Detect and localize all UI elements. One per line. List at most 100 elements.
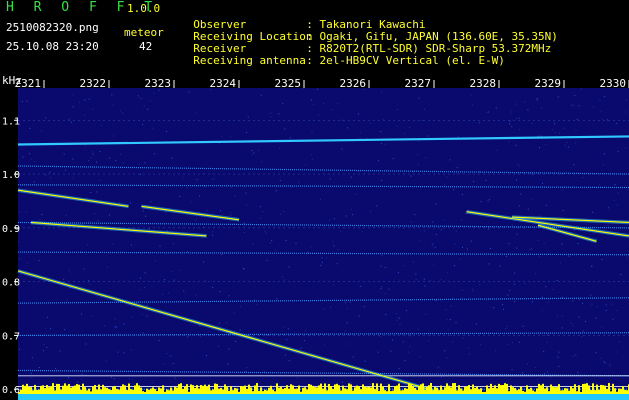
noise-pixel: [140, 277, 141, 279]
noise-pixel: [291, 186, 293, 188]
noise-pixel: [445, 309, 447, 311]
noise-floor-bar: [126, 390, 128, 394]
noise-floor-bar: [130, 389, 132, 394]
noise-pixel: [488, 263, 490, 265]
noise-floor-bar: [422, 383, 424, 394]
noise-pixel: [398, 368, 400, 370]
noise-pixel: [602, 118, 604, 120]
noise-pixel: [249, 372, 251, 374]
noise-pixel: [88, 220, 90, 222]
noise-pixel: [163, 363, 165, 365]
noise-floor-bar: [80, 389, 82, 394]
noise-pixel: [31, 377, 33, 379]
y-tick-label: 0.6: [2, 385, 20, 396]
noise-pixel: [618, 341, 620, 342]
noise-pixel: [92, 151, 94, 153]
noise-pixel: [350, 382, 352, 384]
noise-pixel: [218, 143, 220, 145]
noise-floor-bar: [32, 390, 34, 394]
noise-pixel: [419, 240, 421, 242]
noise-floor-bar: [164, 391, 166, 394]
noise-pixel: [527, 363, 528, 365]
noise-pixel: [376, 205, 378, 207]
noise-pixel: [139, 289, 141, 291]
noise-pixel: [557, 356, 559, 358]
noise-floor-bar: [264, 389, 266, 394]
noise-pixel: [199, 195, 201, 197]
noise-pixel: [578, 316, 580, 318]
noise-pixel: [519, 129, 521, 130]
noise-pixel: [595, 317, 597, 319]
noise-pixel: [517, 163, 518, 165]
noise-pixel: [329, 178, 331, 180]
noise-pixel: [546, 341, 548, 343]
noise-pixel: [195, 294, 197, 296]
noise-pixel: [63, 153, 65, 155]
noise-pixel: [213, 178, 215, 180]
noise-pixel: [470, 94, 472, 96]
noise-pixel: [499, 265, 501, 267]
noise-pixel: [404, 360, 406, 362]
noise-floor-bar: [180, 383, 182, 394]
noise-floor-bar: [438, 390, 440, 394]
noise-floor-bar: [376, 383, 378, 394]
noise-floor-bar: [296, 388, 298, 394]
noise-pixel: [473, 181, 475, 183]
noise-pixel: [399, 317, 401, 319]
noise-pixel: [409, 345, 411, 347]
noise-pixel: [143, 105, 145, 107]
noise-pixel: [219, 322, 221, 324]
noise-pixel: [79, 101, 81, 103]
noise-pixel: [479, 171, 480, 173]
noise-floor-bar: [498, 383, 500, 394]
noise-floor-bar: [558, 384, 560, 394]
noise-pixel: [509, 123, 510, 125]
noise-floor-bar: [150, 388, 152, 394]
noise-floor-bar: [94, 385, 96, 394]
noise-pixel: [260, 94, 262, 96]
noise-floor-bar: [494, 385, 496, 394]
noise-pixel: [455, 230, 457, 232]
noise-floor-bar: [484, 391, 486, 394]
noise-pixel: [599, 183, 601, 185]
noise-pixel: [275, 190, 277, 192]
noise-pixel: [168, 292, 170, 294]
noise-floor-bar: [350, 384, 352, 394]
noise-floor-bar: [368, 386, 370, 394]
noise-pixel: [45, 327, 47, 329]
noise-floor-bar: [124, 385, 126, 394]
noise-floor-bar: [356, 385, 358, 394]
noise-pixel: [539, 215, 540, 217]
noise-pixel: [19, 348, 20, 350]
noise-pixel: [541, 296, 543, 298]
noise-pixel: [554, 122, 556, 124]
noise-floor-bar: [78, 384, 80, 394]
noise-pixel: [415, 273, 417, 275]
noise-floor-bar: [500, 385, 502, 394]
noise-pixel: [467, 248, 468, 250]
noise-floor-bar: [70, 387, 72, 394]
noise-floor-bar: [254, 385, 256, 394]
noise-floor-bar: [286, 385, 288, 394]
noise-floor-bar: [158, 387, 160, 394]
noise-pixel: [99, 151, 101, 153]
noise-pixel: [144, 162, 146, 164]
noise-floor-bar: [88, 388, 90, 394]
noise-pixel: [72, 94, 74, 96]
noise-pixel: [425, 313, 427, 315]
noise-pixel: [311, 357, 313, 359]
noise-pixel: [397, 272, 399, 274]
noise-pixel: [144, 272, 146, 274]
noise-floor-bar: [448, 385, 450, 394]
noise-floor-bar: [234, 387, 236, 394]
noise-pixel: [446, 319, 448, 321]
noise-pixel: [596, 306, 598, 308]
noise-pixel: [615, 351, 617, 353]
noise-pixel: [392, 158, 394, 160]
noise-pixel: [230, 215, 232, 216]
noise-pixel: [100, 124, 102, 126]
noise-floor-bar: [282, 388, 284, 394]
noise-pixel: [284, 354, 286, 356]
noise-pixel: [140, 173, 142, 175]
noise-pixel: [64, 329, 65, 331]
